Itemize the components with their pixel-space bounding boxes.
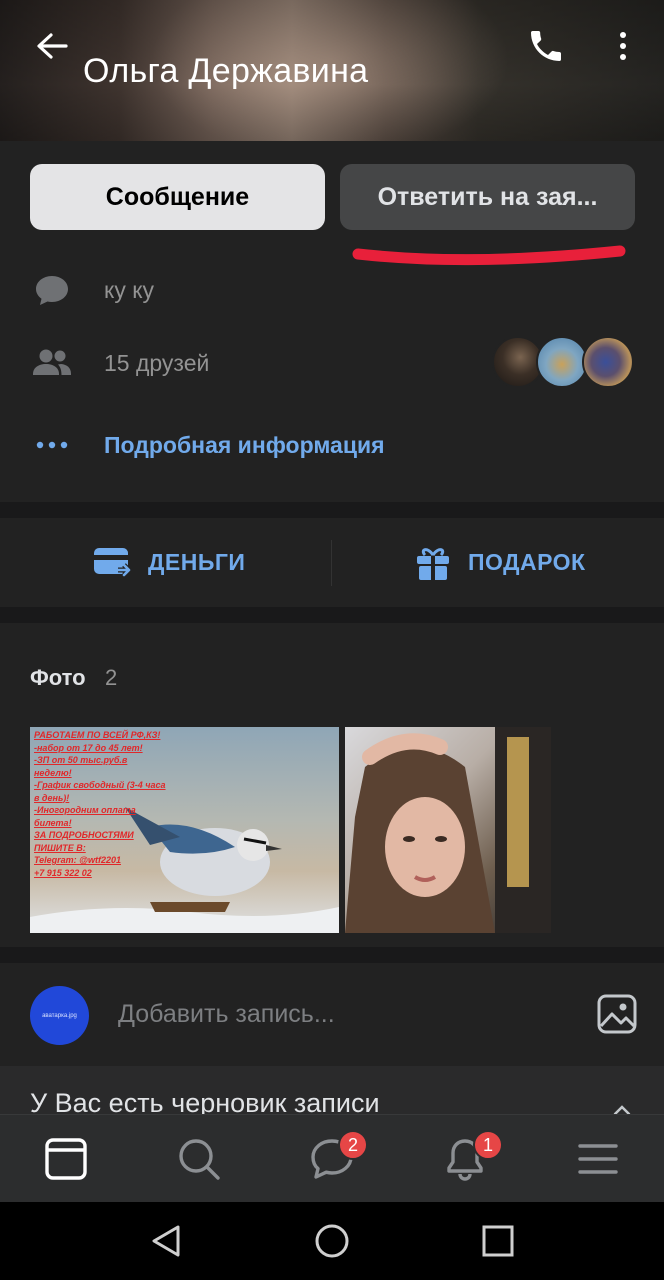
back-arrow-icon[interactable] [30,26,74,70]
add-post-input[interactable]: Добавить запись... [118,1000,335,1029]
money-transfer-icon [94,547,132,577]
post-composer[interactable]: аватарка.jpg Добавить запись... [0,963,664,1066]
image-icon[interactable] [596,993,638,1035]
friend-avatar[interactable] [582,336,634,388]
photos-count: 2 [105,665,118,690]
quick-actions-card: ДЕНЬГИ ПОДАРОК [0,518,664,607]
friends-row[interactable]: 15 друзей [30,341,209,385]
details-link[interactable]: Подробная информация [104,432,385,459]
user-avatar: аватарка.jpg [30,986,89,1045]
friend-avatar[interactable] [536,336,588,388]
friends-icon [30,341,74,385]
tab-news-icon[interactable] [42,1135,90,1183]
status-text: ку ку [104,276,155,303]
status-row: ку ку [30,268,154,312]
tab-search-icon[interactable] [175,1135,223,1183]
photo-thumbnail[interactable] [345,727,551,933]
ad-text-overlay: РАБОТАЕМ ПО ВСЕЙ РФ,КЗ! -набор от 17 до … [34,730,166,878]
draft-banner[interactable]: У Вас есть черновик записи [0,1066,664,1116]
more-vertical-icon[interactable] [610,26,636,66]
photos-card: Фото 2 РАБОТАЕМ ПО ВСЕЙ РФ,КЗ! -набор от… [0,623,664,947]
message-button[interactable]: Сообщение [30,164,325,230]
draft-text: У Вас есть черновик записи [30,1088,380,1116]
bottom-tab-bar: 2 1 [0,1114,664,1202]
dots-icon [30,423,74,467]
gift-icon [417,547,449,580]
notifications-badge: 1 [473,1130,503,1160]
profile-name: Ольга Державина [83,52,369,90]
profile-header: Ольга Державина [0,0,664,141]
tab-menu-icon[interactable] [574,1135,622,1183]
system-back-icon[interactable] [148,1223,184,1259]
system-home-icon[interactable] [314,1223,350,1259]
photo-thumbnail[interactable]: РАБОТАЕМ ПО ВСЕЙ РФ,КЗ! -набор от 17 до … [30,727,339,933]
money-label: ДЕНЬГИ [148,549,246,575]
friends-count: 15 друзей [104,349,210,376]
selfie-image [345,727,551,933]
friends-avatars[interactable] [492,336,636,390]
system-navigation-bar [0,1202,664,1280]
system-recents-icon[interactable] [480,1223,516,1259]
profile-card: Сообщение Ответить на зая... ку ку 15 др… [0,141,664,502]
speech-bubble-icon [30,268,74,312]
phone-icon[interactable] [526,26,566,66]
divider [331,540,332,586]
photos-title[interactable]: Фото [30,665,86,691]
gift-label: ПОДАРОК [468,549,586,575]
messages-badge: 2 [338,1130,368,1160]
red-underline-annotation [352,245,626,266]
reply-request-button[interactable]: Ответить на зая... [340,164,635,230]
money-button[interactable]: ДЕНЬГИ [92,518,245,607]
gift-button[interactable]: ПОДАРОК [414,518,586,607]
details-row[interactable]: Подробная информация [30,423,385,467]
